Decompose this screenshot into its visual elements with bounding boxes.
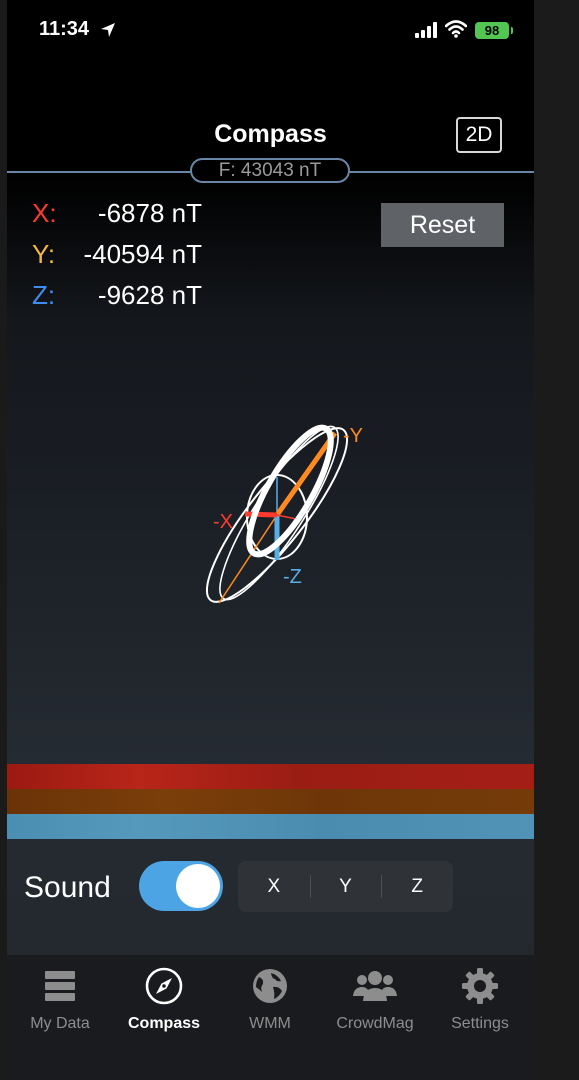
reading-x: X: -6878 nT [32,198,202,229]
page-title: Compass [214,120,327,148]
group-icon [353,971,397,1001]
wifi-icon [445,20,467,38]
reading-z-value: -9628 nT [97,280,202,310]
reading-z: Z: -9628 nT [32,280,202,311]
x-field-band [7,764,534,789]
x-axis-label: -X [213,511,233,533]
compass-icon [145,967,183,1005]
globe-icon [253,969,287,1003]
side-edge [534,0,579,1080]
tab-label: Compass [127,1015,201,1032]
total-field-badge: F: 43043 nT [190,158,350,183]
mode-2d-button[interactable]: 2D [456,117,502,153]
z-field-band [7,814,534,839]
reading-y: Y: -40594 nT [32,239,202,270]
z-axis-label: -Z [283,566,302,588]
toggle-knob [176,864,220,908]
tab-label: CrowdMag [336,1015,414,1032]
y-axis-label: -Y [343,425,363,447]
server-icon [45,971,75,1001]
x-axis-line [244,511,278,518]
sound-label: Sound [24,871,111,904]
axis-segment-y[interactable]: Y [309,861,382,912]
tab-label: WMM [249,1015,291,1032]
y-field-band [7,789,534,814]
tab-label: My Data [30,1015,90,1032]
axis-segmented-control: X Y Z [238,861,453,912]
sound-toggle[interactable] [139,861,223,911]
reading-x-value: -6878 nT [97,198,202,228]
app-screen: 11:34 98 Compass 2D F: 43043 nT X: -6878… [7,0,534,1080]
gear-icon [462,968,498,1004]
cellular-signal-icon [415,22,437,38]
field-vector-visualization[interactable]: -X -Y -Z [187,405,377,625]
reset-button[interactable]: Reset [381,203,504,247]
status-time: 11:34 [39,18,90,40]
axis-segment-x[interactable]: X [238,861,310,912]
tab-label: Settings [451,1015,509,1032]
battery-indicator: 98 [475,22,513,39]
axis-segment-z[interactable]: Z [381,861,453,912]
location-arrow-icon [101,23,115,37]
tab-bar: My Data Compass WMM CrowdMag Settings [7,955,534,1080]
reading-y-value: -40594 nT [83,239,202,269]
